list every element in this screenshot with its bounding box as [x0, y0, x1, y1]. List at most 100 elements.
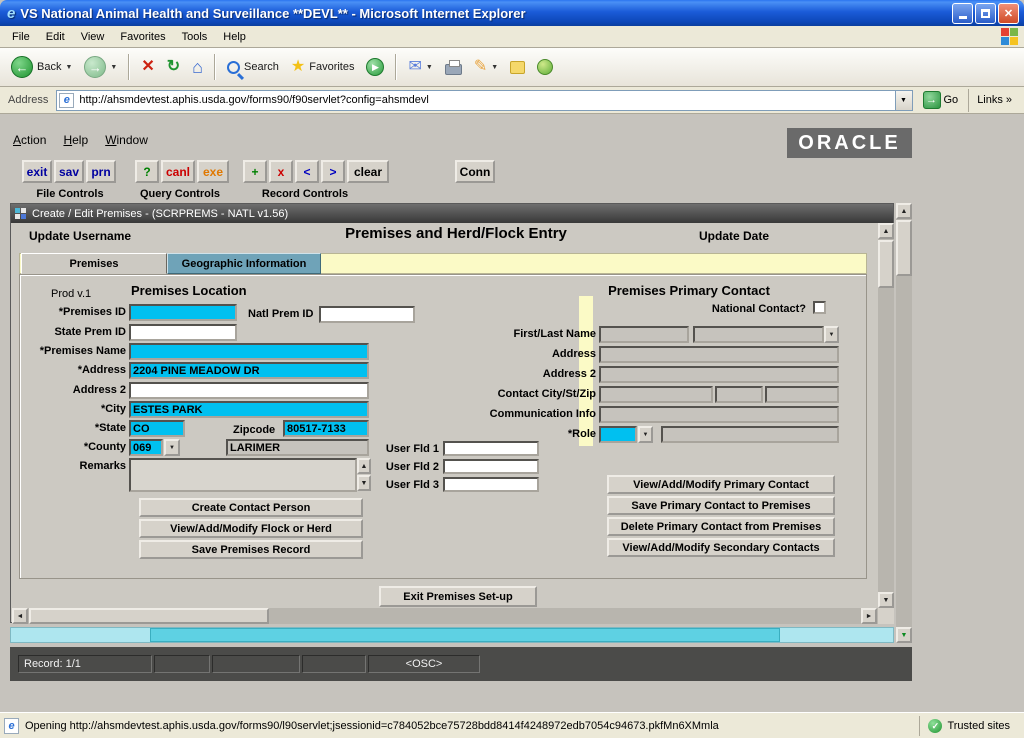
conn-button[interactable]: Conn: [455, 160, 495, 183]
view-flock-herd-button[interactable]: View/Add/Modify Flock or Herd: [139, 519, 363, 538]
address2-input[interactable]: [129, 382, 369, 399]
form-hscroll-right-button[interactable]: ►: [861, 608, 877, 624]
contact-state-field[interactable]: [715, 386, 763, 403]
edit-dropdown-icon[interactable]: ▼: [491, 64, 498, 71]
applet-menu-help[interactable]: Help: [56, 130, 95, 150]
remarks-input[interactable]: [129, 458, 357, 492]
state-prem-id-input[interactable]: [129, 324, 237, 341]
mail-button[interactable]: ✉ ▼: [403, 51, 437, 84]
back-button[interactable]: ← Back ▼: [6, 51, 77, 84]
menu-tools[interactable]: Tools: [174, 27, 216, 47]
form-hscroll-thumb[interactable]: [29, 608, 269, 624]
tab-premises[interactable]: Premises: [21, 253, 167, 274]
address-dropdown-icon[interactable]: ▼: [895, 91, 912, 110]
contact-address2-field[interactable]: [599, 366, 839, 383]
premises-name-input[interactable]: [129, 343, 369, 360]
exit-premises-setup-button[interactable]: Exit Premises Set-up: [379, 586, 537, 607]
premises-primary-contact-heading: Premises Primary Contact: [589, 283, 789, 298]
premises-window-titlebar[interactable]: Create / Edit Premises - (SCRPREMS - NAT…: [11, 204, 893, 223]
home-button[interactable]: ⌂: [187, 51, 208, 84]
back-dropdown-icon[interactable]: ▼: [65, 64, 72, 71]
status-page-icon: e: [4, 718, 19, 734]
save-primary-contact-button[interactable]: Save Primary Contact to Premises: [607, 496, 835, 515]
edit-button[interactable]: ✎ ▼: [469, 51, 503, 84]
role-input[interactable]: [599, 426, 637, 443]
forward-dropdown-icon[interactable]: ▼: [110, 64, 117, 71]
previous-record-button[interactable]: <: [295, 160, 319, 183]
go-button[interactable]: → Go: [917, 89, 965, 112]
save-premises-record-button[interactable]: Save Premises Record: [139, 540, 363, 559]
exit-button[interactable]: exit: [22, 160, 52, 183]
applet-menu-action[interactable]: Action: [6, 130, 53, 150]
view-secondary-contacts-button[interactable]: View/Add/Modify Secondary Contacts: [607, 538, 835, 557]
user-fld3-input[interactable]: [443, 477, 539, 492]
first-name-field[interactable]: [599, 326, 689, 343]
clear-button[interactable]: clear: [347, 160, 389, 183]
discuss-button[interactable]: [505, 51, 530, 84]
last-name-field[interactable]: [693, 326, 824, 343]
links-button[interactable]: Links »: [968, 89, 1020, 112]
save-button[interactable]: sav: [54, 160, 84, 183]
contact-address-field[interactable]: [599, 346, 839, 363]
delete-record-button[interactable]: x: [269, 160, 293, 183]
cancel-query-button[interactable]: canl: [161, 160, 195, 183]
minimize-button[interactable]: [952, 3, 973, 24]
zipcode-input[interactable]: [283, 420, 369, 437]
role-dropdown-button[interactable]: ▼: [638, 426, 653, 443]
close-button[interactable]: ✕: [998, 3, 1019, 24]
stop-button[interactable]: ✕: [136, 51, 159, 84]
contact-zip-field[interactable]: [765, 386, 839, 403]
messenger-button[interactable]: [532, 51, 558, 84]
contact-address2-label: Address 2: [456, 368, 596, 380]
address-input[interactable]: [129, 362, 369, 379]
city-input[interactable]: [129, 401, 369, 418]
form-hscroll-left-button[interactable]: ◄: [12, 608, 28, 624]
refresh-button[interactable]: ↻: [162, 51, 185, 84]
applet-menu-window[interactable]: Window: [98, 130, 155, 150]
county-code-input[interactable]: [129, 439, 163, 456]
print-button[interactable]: [440, 51, 467, 84]
execute-query-button[interactable]: exe: [197, 160, 229, 183]
view-primary-contact-button[interactable]: View/Add/Modify Primary Contact: [607, 475, 835, 494]
communication-info-field[interactable]: [599, 406, 839, 423]
form-vscroll-thumb[interactable]: [878, 240, 894, 288]
premises-id-input[interactable]: [129, 304, 237, 321]
state-input[interactable]: [129, 420, 185, 437]
enter-query-button[interactable]: ?: [135, 160, 159, 183]
applet-vscroll-down-button[interactable]: ▼: [896, 627, 912, 643]
menu-edit[interactable]: Edit: [38, 27, 73, 47]
tab-geographic-information[interactable]: Geographic Information: [167, 253, 321, 274]
favorites-button[interactable]: ★ Favorites: [286, 51, 360, 84]
maximize-button[interactable]: [975, 3, 996, 24]
national-contact-checkbox[interactable]: [813, 301, 826, 314]
applet-vscroll-up-button[interactable]: ▲: [896, 203, 912, 219]
mail-dropdown-icon[interactable]: ▼: [426, 64, 433, 71]
window-titlebar[interactable]: e VS National Animal Health and Surveill…: [0, 0, 1024, 26]
address-input[interactable]: [56, 90, 912, 111]
create-contact-person-button[interactable]: Create Contact Person: [139, 498, 363, 517]
menu-help[interactable]: Help: [215, 27, 254, 47]
forward-button[interactable]: → ▼: [79, 51, 122, 84]
next-record-button[interactable]: >: [321, 160, 345, 183]
insert-record-button[interactable]: +: [243, 160, 267, 183]
contact-city-field[interactable]: [599, 386, 713, 403]
name-dropdown-button[interactable]: ▼: [824, 326, 839, 343]
search-button[interactable]: Search: [222, 51, 284, 84]
applet-vscroll-thumb[interactable]: [896, 220, 912, 276]
county-dropdown-button[interactable]: ▼: [164, 439, 180, 456]
user-fld1-input[interactable]: [443, 441, 539, 456]
form-vscroll-up-button[interactable]: ▲: [878, 223, 894, 239]
browser-toolbar: ← Back ▼ → ▼ ✕ ↻ ⌂ Search ★ Favorites ▶: [0, 48, 1024, 87]
security-zone[interactable]: ✓ Trusted sites: [919, 716, 1020, 736]
media-button[interactable]: ▶: [361, 51, 389, 84]
menu-file[interactable]: File: [4, 27, 38, 47]
first-last-name-label: First/Last Name: [456, 328, 596, 340]
menu-favorites[interactable]: Favorites: [112, 27, 173, 47]
form-vscroll-down-button[interactable]: ▼: [878, 592, 894, 608]
menu-view[interactable]: View: [73, 27, 113, 47]
applet-hscroll-thumb[interactable]: [150, 628, 780, 642]
natl-prem-id-input[interactable]: [319, 306, 415, 323]
user-fld2-input[interactable]: [443, 459, 539, 474]
print-form-button[interactable]: prn: [86, 160, 116, 183]
delete-primary-contact-button[interactable]: Delete Primary Contact from Premises: [607, 517, 835, 536]
